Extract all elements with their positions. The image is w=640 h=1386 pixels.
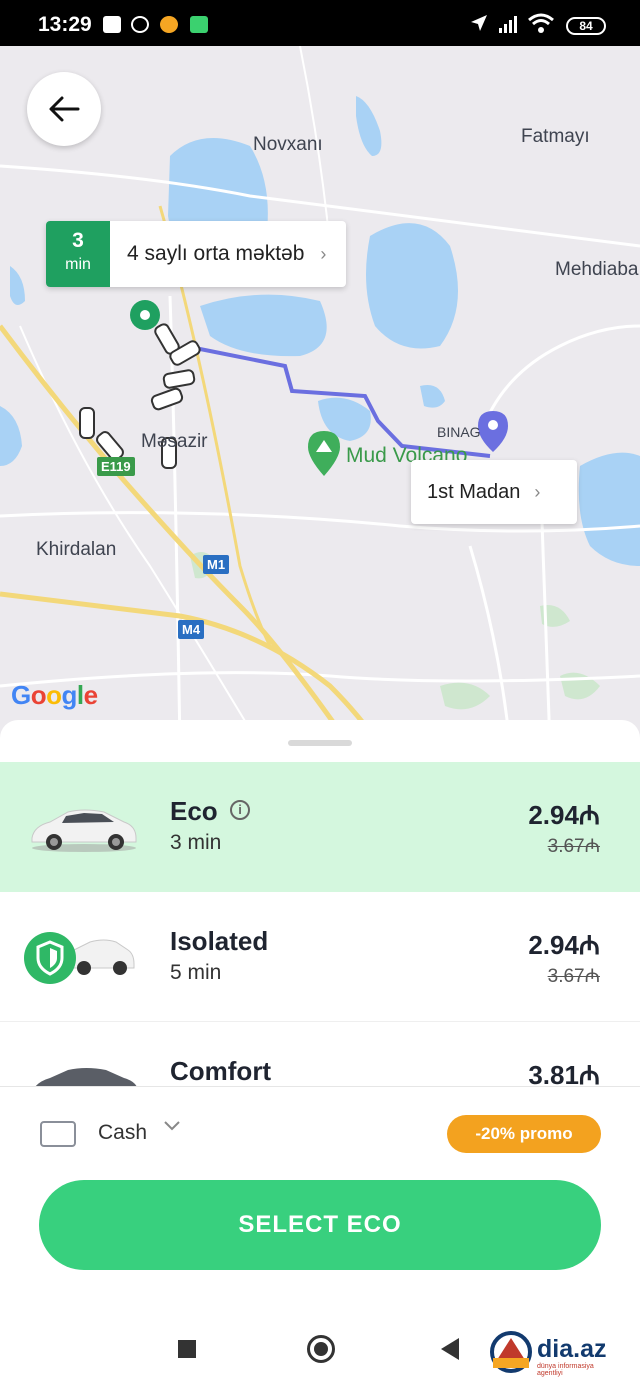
game-icon	[160, 16, 178, 33]
ride-option-old-price: 3.67₼	[547, 836, 600, 857]
pickup-eta-number: 3	[72, 229, 84, 252]
watermark-logo-icon	[490, 1331, 532, 1373]
ride-option-eta: 3 min	[170, 831, 222, 854]
pickup-address: 4 saylı orta məktəb	[127, 242, 305, 265]
watermark: dia.az dünya informasiya agentliyi	[489, 1330, 619, 1380]
ride-option-name: Comfort	[170, 1056, 272, 1086]
back-nav-button[interactable]	[441, 1338, 459, 1360]
ride-option-eta: 5 min	[170, 961, 222, 984]
map-label-novxani: Novxanı	[253, 134, 323, 155]
whatsapp-icon	[131, 16, 149, 33]
promo-badge[interactable]: -20% promo	[447, 1115, 601, 1153]
map-label-binagadi: BINAG	[437, 424, 481, 440]
car-isolated-icon	[24, 932, 135, 984]
signal-icon	[499, 16, 517, 33]
select-ride-button[interactable]: SELECT ECO	[39, 1180, 601, 1270]
pickup-eta-unit: min	[65, 256, 91, 273]
pickup-eta: 3 min	[46, 221, 110, 287]
chevron-right-icon: ›	[320, 243, 327, 264]
watermark-tagline: dünya informasiya agentliyi	[537, 1363, 594, 1377]
map-label-masazir: Məsazir	[141, 431, 208, 452]
car-comfort-icon	[35, 1068, 137, 1086]
ride-option-price: 2.94₼	[528, 930, 600, 960]
watermark-brand: dia.az	[537, 1335, 607, 1363]
ride-option-old-price: 3.67₼	[547, 966, 600, 987]
home-button[interactable]	[307, 1335, 335, 1363]
payment-method[interactable]: Cash	[98, 1121, 147, 1145]
chevron-down-icon[interactable]	[163, 1120, 181, 1132]
pickup-card[interactable]: 3 min 4 saylı orta məktəb ›	[46, 221, 347, 287]
map-label-fatmayi: Fatmayı	[521, 126, 590, 147]
status-bar: 13:29 84	[0, 0, 640, 46]
ride-option-name: Eco	[170, 796, 218, 826]
road-shield-m1: M1	[203, 555, 230, 574]
info-icon[interactable]: i	[230, 800, 250, 820]
navigation-icon	[471, 15, 487, 31]
message-icon	[103, 16, 121, 33]
system-nav-bar: dia.az dünya informasiya agentliyi	[0, 1310, 640, 1386]
back-button[interactable]	[27, 72, 101, 146]
chevron-right-icon: ›	[534, 481, 541, 502]
destination-card[interactable]: 1st Madan ›	[411, 460, 577, 524]
road-shield-e119: E119	[97, 457, 135, 476]
payment-row: Cash -20% promo	[0, 1086, 640, 1178]
ride-option-isolated[interactable]: Isolated 5 min 2.94₼ 3.67₼	[0, 892, 640, 1022]
recents-button[interactable]	[178, 1340, 196, 1358]
app-icon	[190, 16, 208, 33]
ride-options-list[interactable]: Eco i 3 min 2.94₼ 3.67₼ Isolated 5 min 2…	[0, 762, 640, 1086]
ride-option-name: Isolated	[170, 926, 269, 956]
ride-option-price: 2.94₼	[528, 800, 600, 830]
arrow-left-icon	[49, 96, 80, 122]
status-time: 13:29	[38, 13, 92, 36]
cash-icon	[40, 1121, 76, 1147]
road-shield-m4: M4	[178, 620, 205, 639]
destination-address: 1st Madan	[427, 480, 521, 503]
sheet-drag-handle[interactable]	[288, 740, 352, 746]
battery-icon: 84	[566, 17, 606, 35]
ride-option-eco[interactable]: Eco i 3 min 2.94₼ 3.67₼	[0, 762, 640, 892]
ride-option-comfort[interactable]: Comfort 3.81₼	[0, 1022, 640, 1086]
car-eco-icon	[31, 809, 137, 852]
map-label-khirdalan: Khirdalan	[36, 539, 117, 560]
ride-option-price: 3.81₼	[528, 1060, 600, 1086]
ride-options-sheet: Eco i 3 min 2.94₼ 3.67₼ Isolated 5 min 2…	[0, 720, 640, 1310]
google-logo: Google	[11, 680, 98, 710]
map-label-mehdiabad: Mehdiaba	[555, 259, 639, 280]
map-view[interactable]: Novxanı Fatmayı Mehdiaba Məsazir BINAG M…	[0, 46, 640, 746]
wifi-icon	[528, 13, 554, 33]
